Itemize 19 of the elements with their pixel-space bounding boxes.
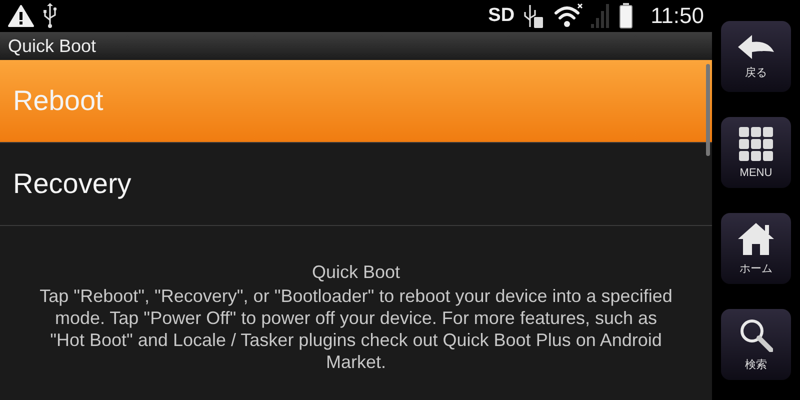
- menu-button[interactable]: MENU: [721, 117, 791, 188]
- description-title: Quick Boot: [312, 262, 400, 283]
- sd-card-label: SD: [488, 5, 515, 27]
- search-button[interactable]: 検索: [721, 309, 791, 380]
- home-button[interactable]: ホーム: [721, 213, 791, 284]
- usb-storage-icon: [522, 3, 545, 29]
- warning-icon: [8, 5, 34, 27]
- home-icon: [737, 222, 775, 256]
- clock-time: 11:50: [650, 3, 704, 29]
- grid-icon: [738, 126, 774, 162]
- signal-icon: [590, 3, 611, 29]
- battery-icon: [618, 3, 633, 29]
- back-button[interactable]: 戻る: [721, 21, 791, 92]
- search-icon: [739, 318, 773, 352]
- usb-icon: [42, 3, 58, 29]
- wifi-icon: [552, 3, 583, 29]
- description-text: Tap "Reboot", "Recovery", or "Bootloader" to reboot your device into a specified mode. Tap "Power Off" to power off your device. For more features, such as "Hot Boot" and Locale / Tasker plugins check out Quick Boot Plus on Android Market.: [38, 285, 674, 373]
- window-title: Quick Boot: [8, 36, 96, 56]
- back-arrow-icon: [736, 34, 776, 60]
